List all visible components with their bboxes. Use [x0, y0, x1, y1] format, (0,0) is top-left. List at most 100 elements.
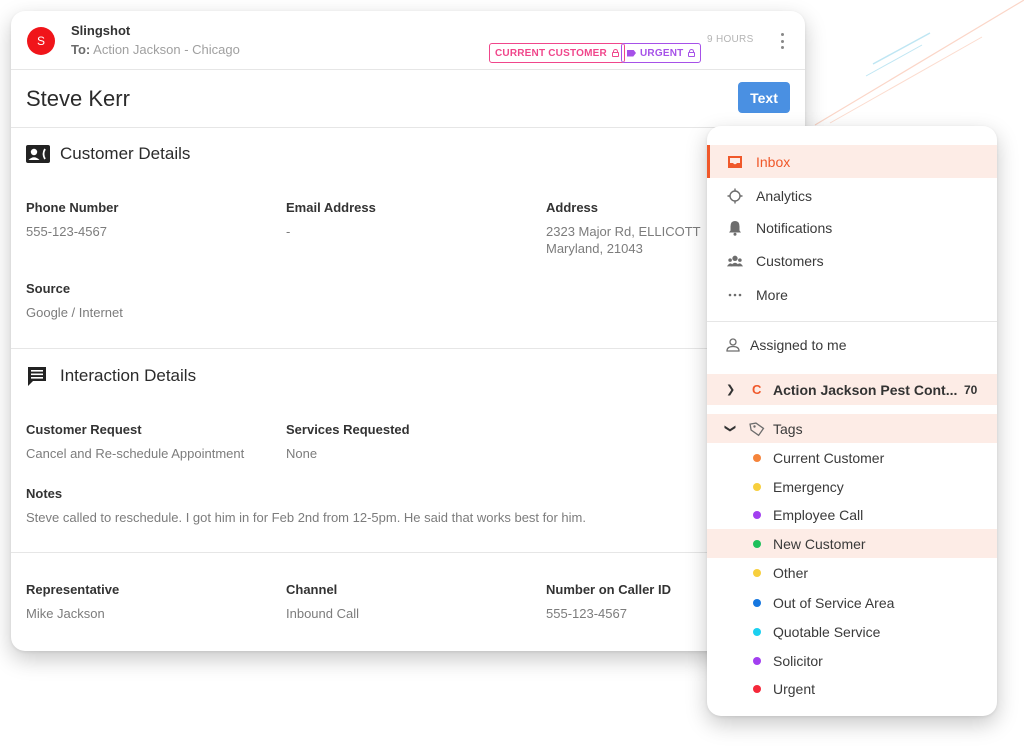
tag-color-dot-icon	[753, 684, 761, 693]
field-value: Steve called to reschedule. I got him in…	[26, 510, 586, 525]
field-label: Source	[26, 281, 71, 296]
avatar: S	[27, 27, 55, 55]
tag-label: Solicitor	[773, 652, 823, 669]
org-count: 70	[964, 382, 978, 397]
field-value-line1: 2323 Major Rd, ELLICOTT	[546, 224, 701, 239]
nav-item-assigned-to-me[interactable]: Assigned to me	[707, 328, 997, 361]
nav-label: Customers	[756, 252, 824, 269]
field-value: 555-123-4567	[546, 606, 627, 621]
recipient-name: Action Jackson - Chicago	[93, 42, 240, 57]
navigation-panel: Inbox Analytics Notifications Customers …	[707, 126, 997, 716]
field-notes: Notes Steve called to reschedule. I got …	[26, 486, 586, 526]
tag-item-quotable-service[interactable]: Quotable Service	[707, 617, 997, 646]
badge-urgent[interactable]: URGENT	[621, 43, 702, 63]
field-value: Google / Internet	[26, 305, 123, 320]
recipient-line: To: Action Jackson - Chicago	[71, 42, 240, 57]
users-icon	[727, 253, 743, 269]
tag-item-emergency[interactable]: Emergency	[707, 472, 997, 501]
field-label: Address	[546, 200, 599, 215]
tag-color-dot-icon	[753, 627, 761, 636]
tag-color-dot-icon	[753, 539, 761, 548]
tag-label: Emergency	[773, 478, 844, 495]
field-caller-id: Number on Caller ID 555-123-4567	[546, 582, 671, 622]
message-header: S Slingshot To: Action Jackson - Chicago…	[11, 11, 805, 70]
tag-item-urgent[interactable]: Urgent	[707, 674, 997, 703]
contact-name: Steve Kerr	[26, 86, 130, 111]
tag-label: Other	[773, 564, 809, 581]
tag-label: Out of Service Area	[773, 594, 895, 611]
nav-label: Assigned to me	[750, 336, 847, 353]
nav-label: Tags	[773, 420, 803, 437]
more-options-icon[interactable]	[777, 33, 787, 49]
field-email-address: Email Address -	[286, 200, 376, 240]
nav-item-analytics[interactable]: Analytics	[707, 179, 997, 212]
nav-label: Inbox	[756, 153, 791, 170]
tag-color-dot-icon	[753, 656, 761, 665]
field-value-line2: Maryland, 21043	[546, 241, 643, 256]
field-label: Email Address	[286, 200, 376, 215]
tag-item-current-customer[interactable]: Current Customer	[707, 443, 997, 472]
badge-current-customer[interactable]: CURRENT CUSTOMER	[489, 43, 625, 63]
org-icon: C	[752, 382, 762, 397]
customer-details-heading: Customer Details	[26, 144, 190, 164]
tag-item-new-customer[interactable]: New Customer	[707, 529, 997, 558]
timestamp: 9 HOURS	[707, 34, 754, 45]
bell-icon	[727, 220, 743, 236]
customer-details-section: Customer Details Phone Number 555-123-45…	[11, 128, 805, 349]
tag-label: Employee Call	[773, 506, 864, 523]
nav-item-notifications[interactable]: Notifications	[707, 211, 997, 244]
section-title: Customer Details	[60, 144, 191, 163]
tag-label: New Customer	[773, 535, 866, 552]
field-value: Inbound Call	[286, 606, 359, 621]
tag-color-dot-icon	[753, 510, 761, 519]
nav-item-inbox[interactable]: Inbox	[707, 145, 997, 178]
section-title: Interaction Details	[60, 366, 197, 385]
interaction-details-heading: Interaction Details	[26, 365, 196, 387]
tag-label: Quotable Service	[773, 623, 881, 640]
inbox-icon	[727, 154, 743, 170]
tag-icon	[749, 421, 765, 437]
crosshair-icon	[727, 188, 743, 204]
field-address: Address 2323 Major Rd, ELLICOTT Maryland…	[546, 200, 701, 257]
tag-item-out-of-service-area[interactable]: Out of Service Area	[707, 588, 997, 617]
field-label: Number on Caller ID	[546, 582, 671, 597]
org-name: Action Jackson Pest Cont...	[773, 381, 958, 398]
field-channel: Channel Inbound Call	[286, 582, 359, 622]
tag-item-other[interactable]: Other	[707, 558, 997, 587]
comment-icon	[28, 367, 46, 386]
field-label: Channel	[286, 582, 338, 597]
interaction-details-section: Interaction Details Customer Request Can…	[11, 349, 805, 553]
contact-card-icon	[26, 145, 50, 163]
contact-title-bar: Steve Kerr Text	[11, 70, 805, 128]
tags-group[interactable]: ❯ Tags	[707, 414, 997, 443]
org-item[interactable]: ❯ C Action Jackson Pest Cont... 70	[707, 374, 997, 405]
call-details-section: Representative Mike Jackson Channel Inbo…	[11, 553, 805, 651]
tag-color-dot-icon	[753, 598, 761, 607]
nav-divider	[707, 321, 997, 322]
nav-item-customers[interactable]: Customers	[707, 244, 997, 277]
lock-icon	[611, 49, 619, 57]
tag-color-dot-icon	[753, 568, 761, 577]
lock-icon	[688, 49, 696, 57]
field-value: -	[286, 224, 291, 239]
field-services-requested: Services Requested None	[286, 422, 410, 462]
field-phone-number: Phone Number 555-123-4567	[26, 200, 118, 240]
tag-color-dot-icon	[753, 453, 761, 462]
sender-name: Slingshot	[71, 23, 131, 38]
text-button[interactable]: Text	[738, 82, 790, 113]
nav-item-more[interactable]: More	[707, 278, 997, 311]
chevron-down-icon[interactable]: ❯	[724, 424, 737, 433]
badge-label: URGENT	[640, 47, 684, 59]
tag-item-solicitor[interactable]: Solicitor	[707, 646, 997, 675]
field-value: Cancel and Re-schedule Appointment	[26, 446, 245, 461]
field-label: Customer Request	[26, 422, 142, 437]
tag-item-employee-call[interactable]: Employee Call	[707, 500, 997, 529]
chevron-right-icon[interactable]: ❯	[726, 383, 735, 396]
field-value: Mike Jackson	[26, 606, 105, 621]
field-label: Services Requested	[286, 422, 410, 437]
nav-label: Notifications	[756, 219, 833, 236]
nav-label: Analytics	[756, 187, 813, 204]
field-value: None	[286, 446, 318, 461]
nav-label: More	[756, 286, 788, 303]
field-value[interactable]: 555-123-4567	[26, 223, 118, 240]
